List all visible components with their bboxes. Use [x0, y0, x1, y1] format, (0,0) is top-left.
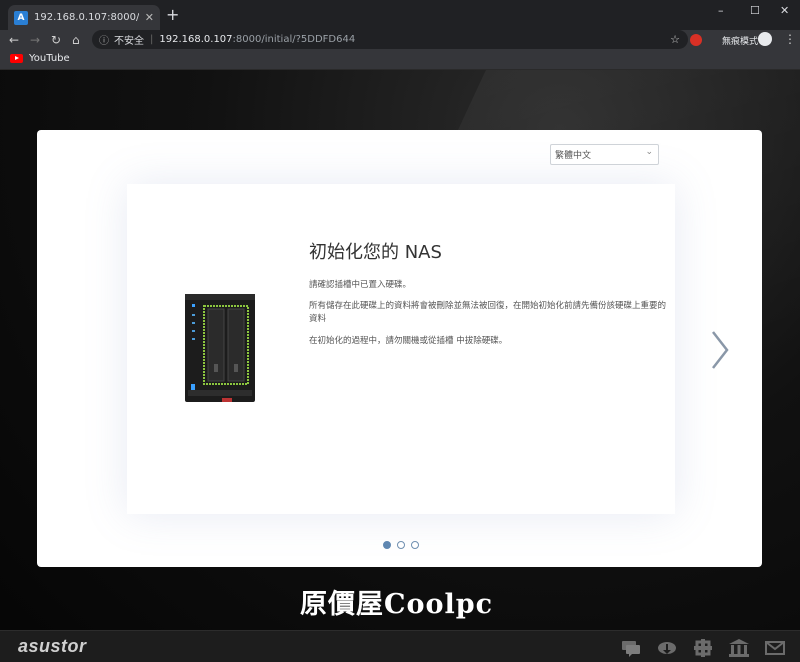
- bookmark-star-icon[interactable]: ☆: [670, 33, 680, 46]
- chat-icon[interactable]: [621, 639, 641, 657]
- bookmark-youtube[interactable]: YouTube: [10, 53, 70, 64]
- maximize-button[interactable]: ☐: [750, 4, 760, 17]
- page-background: 繁體中文 ⌄ 初始化您的 NAS 請確認插槽中已置入硬碟。 所有儲存在此硬碟上的…: [0, 70, 800, 662]
- tab-close-icon[interactable]: ✕: [145, 11, 154, 24]
- pagination-dot-1[interactable]: [383, 541, 391, 549]
- chevron-down-icon: ⌄: [645, 147, 653, 157]
- pagination-dot-2[interactable]: [397, 541, 405, 549]
- next-arrow-icon[interactable]: [709, 328, 731, 372]
- caution-text: 在初始化的過程中，請勿關機或從插槽 中拔除硬碟。: [309, 336, 508, 346]
- separator: |: [150, 34, 154, 45]
- url-host: 192.168.0.107: [159, 34, 233, 45]
- browser-tab[interactable]: A 192.168.0.107:8000/initial/?5DDFD644 ✕: [8, 5, 160, 30]
- url-path: :8000/initial/?5DDFD644: [232, 34, 356, 45]
- insecure-label: 不安全: [114, 36, 144, 47]
- bookmark-label: YouTube: [29, 53, 70, 64]
- bank-icon[interactable]: [729, 639, 749, 657]
- youtube-icon: [10, 54, 23, 63]
- footer-bar: asustor: [0, 630, 800, 662]
- page-title: 初始化您的 NAS: [309, 242, 442, 263]
- bookmarks-bar: YouTube: [0, 50, 800, 70]
- back-button[interactable]: ←: [9, 32, 19, 48]
- watermark-logo: 原價屋Coolpc: [300, 589, 494, 620]
- minimize-button[interactable]: –: [718, 4, 724, 17]
- cloud-download-icon[interactable]: [657, 639, 677, 657]
- wizard-card: 繁體中文 ⌄ 初始化您的 NAS 請確認插槽中已置入硬碟。 所有儲存在此硬碟上的…: [37, 130, 762, 567]
- network-icon[interactable]: [693, 639, 713, 657]
- incognito-label: 無痕模式: [722, 37, 759, 47]
- info-icon[interactable]: ⓘ: [99, 32, 109, 47]
- pagination-dots: [383, 541, 425, 549]
- mail-icon[interactable]: [765, 639, 785, 657]
- new-tab-button[interactable]: +: [166, 6, 179, 24]
- close-window-button[interactable]: ✕: [780, 4, 789, 17]
- pagination-dot-3[interactable]: [411, 541, 419, 549]
- address-bar[interactable]: ⓘ 不安全 | 192.168.0.107:8000/initial/?5DDF…: [92, 30, 688, 49]
- forward-button[interactable]: →: [30, 32, 40, 48]
- tab-strip: A 192.168.0.107:8000/initial/?5DDFD644 ✕…: [0, 0, 800, 30]
- instruction-text: 請確認插槽中已置入硬碟。: [309, 280, 412, 290]
- reload-button[interactable]: ↻: [51, 32, 61, 48]
- extension-icon[interactable]: [690, 34, 702, 46]
- tab-title: 192.168.0.107:8000/initial/?5DDFD644: [34, 12, 139, 23]
- asustor-favicon-icon: A: [14, 10, 28, 25]
- home-button[interactable]: ⌂: [72, 32, 80, 48]
- warning-text: 所有儲存在此硬碟上的資料將會被刪除並無法被回復，在開始初始化前請先備份該硬碟上重…: [309, 301, 667, 324]
- language-value: 繁體中文: [555, 151, 592, 161]
- asustor-logo: asustor: [18, 636, 87, 656]
- nas-device-image: [185, 294, 255, 402]
- language-select[interactable]: 繁體中文 ⌄: [550, 144, 659, 165]
- incognito-icon[interactable]: [758, 32, 772, 46]
- browser-menu-button[interactable]: ⋮: [784, 32, 796, 46]
- browser-toolbar: ← → ↻ ⌂ ⓘ 不安全 | 192.168.0.107:8000/initi…: [0, 30, 800, 50]
